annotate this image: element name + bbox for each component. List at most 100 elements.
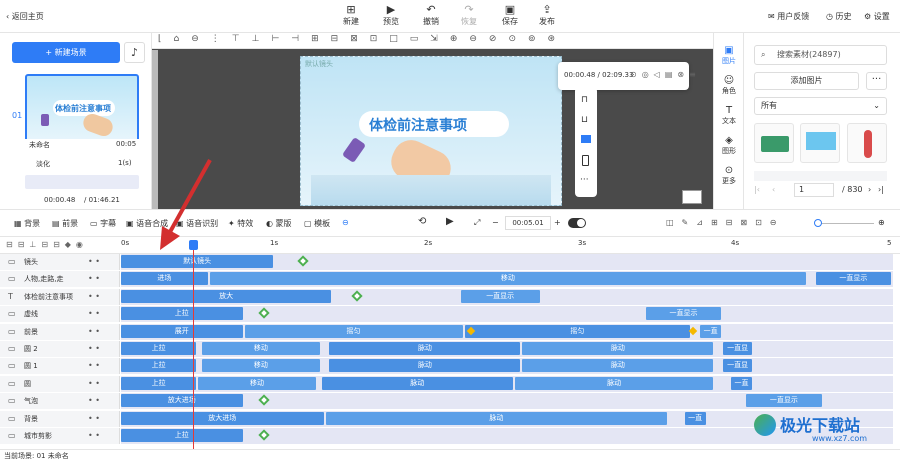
phone-icon[interactable] [582, 155, 589, 166]
track-label[interactable]: ▭ 城市剪影 • • [0, 428, 120, 444]
track-tool-icons[interactable]: ⊟⊟⊥⊟⊟◆◉ [6, 240, 88, 249]
loop-icon[interactable]: ⟲ [418, 216, 426, 227]
keyframe-icon[interactable] [350, 290, 363, 302]
more-icon[interactable]: ··· [580, 175, 589, 185]
more-button[interactable]: ··· [866, 72, 887, 90]
animation-clip[interactable]: 上拉 [121, 359, 197, 373]
last-page-icon[interactable]: ›| [878, 185, 884, 194]
track-visibility-icons[interactable]: • • [88, 341, 100, 357]
track-label[interactable]: ▭ 圆 1 • • [0, 358, 120, 375]
back-home-link[interactable]: ‹ 返回主页 [6, 11, 44, 22]
animation-clip[interactable]: 上拉 [121, 376, 197, 390]
new-scene-button[interactable]: + 新建场景 [12, 42, 120, 63]
animation-clip[interactable]: 摇匀 [464, 324, 691, 338]
play-icon[interactable]: ▶ [446, 216, 454, 227]
animation-clip[interactable]: 展开 [121, 324, 243, 338]
zoom-slider[interactable] [818, 223, 874, 224]
asset-rectangle[interactable] [800, 123, 840, 163]
monitor-icon[interactable] [581, 135, 591, 143]
track-row[interactable]: ▭ 虚线 • • 上拉 一直显示 [0, 306, 900, 323]
save-button[interactable]: ▣ 保存 [493, 4, 527, 27]
increase-icon[interactable]: + [554, 218, 561, 227]
animation-clip[interactable]: 脉动 [522, 359, 714, 373]
first-page-icon[interactable]: |‹ [754, 185, 760, 194]
track-lane[interactable]: 展开 摇匀 摇匀 一直 [121, 323, 893, 340]
track-visibility-icons[interactable]: • • [88, 358, 100, 374]
animation-clip[interactable]: 一直显 [723, 342, 753, 355]
animation-clip[interactable]: 一直显示 [815, 272, 891, 286]
animation-clip[interactable]: 默认镜头 [121, 255, 274, 268]
toggle-switch[interactable] [568, 218, 586, 228]
track-row[interactable]: T 体检前注意事项 • • 放大 一直显示 [0, 288, 900, 305]
voice-recog-button[interactable]: ▣ 语音识别 [176, 218, 218, 229]
tab-characters[interactable]: ☺ 角色 [714, 75, 744, 96]
decrease-icon[interactable]: − [492, 218, 499, 227]
track-visibility-icons[interactable]: • • [88, 289, 100, 305]
animation-clip[interactable]: 一直显示 [460, 289, 540, 303]
expand-icon[interactable]: ⤢ [474, 218, 480, 228]
history-link[interactable]: ◷ 历史 [826, 11, 852, 22]
duration-input[interactable]: 00:05.01 [505, 216, 551, 230]
animation-clip[interactable]: 脉动 [514, 376, 714, 390]
animation-clip[interactable]: 脉动 [329, 342, 521, 355]
next-page-icon[interactable]: › [868, 185, 871, 194]
track-lane[interactable]: 上拉 一直显示 [121, 306, 893, 323]
effects-button[interactable]: ✦ 特效 [228, 218, 253, 229]
keyframe-icon[interactable] [258, 394, 270, 406]
track-lane[interactable]: 放大 一直显示 [121, 288, 893, 305]
animation-clip[interactable]: 脉动 [522, 342, 714, 355]
tab-shapes[interactable]: ◈ 图形 [714, 135, 744, 156]
track-row[interactable]: ▭ 圆 1 • • 上拉 移动 脉动 脉动 一直显 [0, 358, 900, 375]
scene-thumbnail[interactable]: 体检前注意事项 [25, 74, 139, 147]
animation-clip[interactable]: 移动 [202, 359, 320, 373]
new-button[interactable]: ⊞ 新建 [334, 4, 368, 27]
track-lane[interactable]: 放大进场 一直显示 [121, 393, 893, 410]
animation-clip[interactable]: 放大进场 [121, 411, 324, 425]
caption-button[interactable]: ▭ 字幕 [90, 218, 116, 229]
canvas-tool-icons[interactable]: ⌊⌂⊖⋮⊤⊥⊢⊣⊞⊟⊠⊡□▭⇲⊕⊖⊘⊙⊚⊛ [158, 34, 567, 44]
redo-button[interactable]: ↷ 恢复 [452, 4, 486, 27]
unlock-icon[interactable]: ⊔ [581, 115, 588, 125]
animation-clip[interactable]: 一直 [700, 324, 722, 338]
track-visibility-icons[interactable]: • • [88, 428, 100, 444]
foreground-button[interactable]: ▤ 前景 [52, 218, 78, 229]
track-lane[interactable]: 进场 移动 一直显示 [121, 271, 893, 288]
zoom-handle[interactable] [814, 219, 822, 227]
track-visibility-icons[interactable]: • • [88, 393, 100, 409]
animation-clip[interactable]: 上拉 [121, 307, 243, 321]
animation-clip[interactable]: 一直显示 [645, 307, 722, 321]
track-label[interactable]: T 体检前注意事项 • • [0, 288, 120, 305]
track-row[interactable]: ▭ 镜头 • • 默认镜头 [0, 254, 900, 270]
track-row[interactable]: ▭ 圆 • • 上拉 移动 脉动 脉动 一直 [0, 375, 900, 392]
tab-text[interactable]: T 文本 [714, 105, 744, 126]
track-lane[interactable]: 上拉 移动 脉动 脉动 一直显 [121, 341, 893, 357]
keyframe-icon[interactable] [296, 255, 309, 267]
template-button[interactable]: ▢ 模板 [304, 218, 330, 229]
zoom-in-icon[interactable]: ⊕ [878, 218, 885, 227]
transition-name[interactable]: 淡化 [36, 159, 50, 169]
animation-clip[interactable]: 移动 [209, 272, 807, 286]
animation-clip[interactable]: 上拉 [121, 342, 197, 355]
music-button[interactable]: ♪ [124, 42, 145, 63]
track-visibility-icons[interactable]: • • [88, 411, 100, 427]
track-lane[interactable]: 默认镜头 [121, 254, 893, 270]
background-button[interactable]: ▦ 背景 [14, 218, 40, 229]
asset-test-tube[interactable] [847, 123, 887, 163]
track-label[interactable]: ▭ 气泡 • • [0, 393, 120, 410]
mask-button[interactable]: ◐ 蒙版 [266, 218, 292, 229]
track-row[interactable]: ▭ 气泡 • • 放大进场 一直显示 [0, 393, 900, 410]
publish-button[interactable]: ⇪ 发布 [530, 4, 564, 27]
animation-clip[interactable]: 放大 [121, 289, 332, 303]
popover-icons[interactable]: ⊙◎◁▤⊗≡ [630, 70, 701, 79]
track-lane[interactable]: 上拉 移动 脉动 脉动 一直显 [121, 358, 893, 375]
asset-books[interactable] [754, 123, 794, 163]
animation-clip[interactable]: 进场 [121, 272, 208, 286]
settings-link[interactable]: ⚙ 设置 [864, 11, 890, 22]
track-label[interactable]: ▭ 圆 • • [0, 375, 120, 392]
animation-clip[interactable]: 一直 [730, 376, 753, 390]
tab-images[interactable]: ▣ 图片 [714, 45, 744, 66]
track-row[interactable]: ▭ 前景 • • 展开 摇匀 摇匀 一直 [0, 323, 900, 340]
prev-page-icon[interactable]: ‹ [772, 185, 775, 194]
playhead-handle[interactable] [189, 240, 198, 250]
animation-clip[interactable]: 上拉 [121, 429, 243, 442]
